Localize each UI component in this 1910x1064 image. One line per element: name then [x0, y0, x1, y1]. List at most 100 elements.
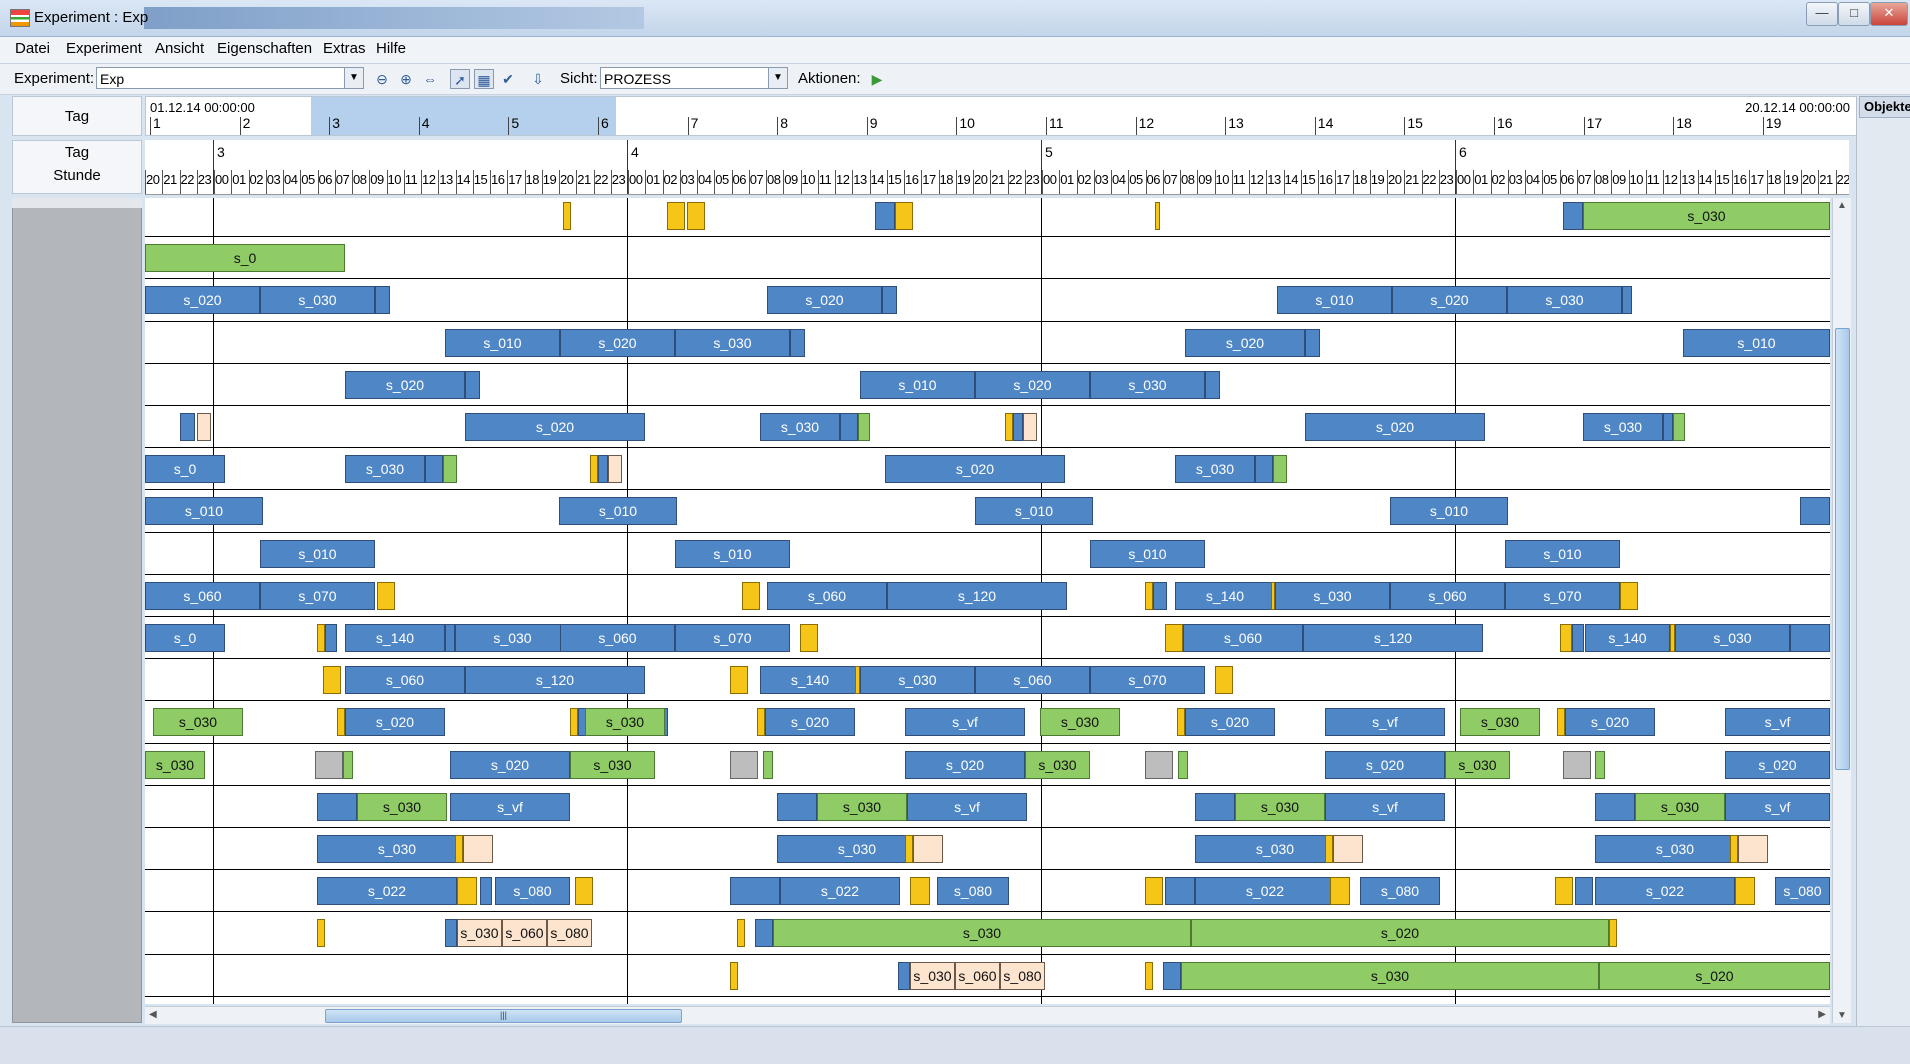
task-bar[interactable]: [1145, 877, 1163, 906]
task-bar[interactable]: [1790, 624, 1830, 652]
task-bar[interactable]: [1560, 624, 1572, 652]
task-bar[interactable]: s_020: [465, 413, 645, 441]
task-bar[interactable]: s_030: [260, 286, 375, 315]
task-bar[interactable]: s_030: [860, 666, 975, 695]
task-bar[interactable]: s_080: [1000, 961, 1045, 990]
task-bar[interactable]: s_060: [767, 581, 887, 610]
view-select[interactable]: PROZESS ▼: [600, 67, 788, 89]
task-bar[interactable]: [1735, 877, 1755, 906]
task-bar[interactable]: [742, 581, 760, 610]
task-bar[interactable]: s_030: [1460, 708, 1540, 737]
task-bar[interactable]: s_0: [145, 624, 225, 652]
maximize-button[interactable]: □: [1838, 2, 1870, 26]
task-bar[interactable]: [777, 792, 817, 821]
task-bar[interactable]: s_030: [145, 750, 205, 779]
pointer-icon[interactable]: ➚: [450, 69, 470, 89]
task-bar[interactable]: [1145, 961, 1153, 990]
task-bar[interactable]: s_022: [317, 877, 457, 906]
task-bar[interactable]: [737, 919, 745, 948]
task-bar[interactable]: s_060: [955, 961, 1000, 990]
task-bar[interactable]: s_020: [1565, 708, 1655, 737]
task-bar[interactable]: s_020: [345, 708, 445, 737]
task-bar[interactable]: s_030: [1090, 370, 1205, 399]
task-bar[interactable]: [840, 413, 858, 441]
task-bar[interactable]: [875, 202, 895, 230]
task-bar[interactable]: s_020: [765, 708, 855, 737]
task-bar[interactable]: s_020: [1392, 286, 1507, 315]
task-bar[interactable]: [1609, 919, 1617, 948]
task-bar[interactable]: [1273, 455, 1287, 484]
task-bar[interactable]: [1330, 877, 1350, 906]
task-bar[interactable]: [445, 919, 457, 948]
task-bar[interactable]: s_022: [780, 877, 900, 906]
task-bar[interactable]: [377, 581, 395, 610]
task-bar[interactable]: s_022: [1195, 877, 1335, 906]
experiment-select[interactable]: Exp ▼: [96, 67, 364, 89]
task-bar[interactable]: [1738, 835, 1768, 863]
task-bar[interactable]: [905, 835, 913, 863]
scroll-up-icon[interactable]: ▲: [1837, 200, 1847, 211]
task-bar[interactable]: s_0: [145, 244, 345, 273]
task-bar[interactable]: s_080: [495, 877, 570, 906]
task-bar[interactable]: s_030: [357, 792, 447, 821]
task-bar[interactable]: [1013, 413, 1023, 441]
overview-timeline[interactable]: 01.12.14 00:00:00 20.12.14 00:00:00 1234…: [145, 96, 1857, 136]
task-bar[interactable]: s_060: [145, 581, 260, 610]
task-bar[interactable]: [1595, 750, 1605, 779]
task-bar[interactable]: s_080: [937, 877, 1009, 906]
task-bar[interactable]: s_020: [1185, 328, 1305, 357]
task-bar[interactable]: s_060: [1390, 581, 1505, 610]
task-bar[interactable]: s_020: [1185, 708, 1275, 737]
horizontal-scroll-thumb[interactable]: |||: [325, 1009, 682, 1023]
zoom-in-icon[interactable]: ⊕: [396, 69, 416, 89]
task-bar[interactable]: [1205, 370, 1220, 399]
task-bar[interactable]: s_020: [885, 455, 1065, 484]
task-bar[interactable]: [755, 919, 773, 948]
task-bar[interactable]: s_010: [975, 497, 1093, 526]
task-bar[interactable]: [1673, 413, 1685, 441]
task-bar[interactable]: s_030: [585, 708, 665, 737]
task-bar[interactable]: s_030: [570, 750, 655, 779]
task-bar[interactable]: [608, 455, 622, 484]
task-bar[interactable]: [1325, 835, 1333, 863]
menu-datei[interactable]: Datei: [15, 40, 50, 57]
task-bar[interactable]: s_010: [145, 497, 263, 526]
task-bar[interactable]: s_010: [1683, 328, 1830, 357]
task-bar[interactable]: [1563, 750, 1591, 779]
task-bar[interactable]: [910, 877, 930, 906]
task-bar[interactable]: [455, 835, 463, 863]
task-bar[interactable]: s_030: [773, 919, 1191, 948]
task-bar[interactable]: [443, 455, 457, 484]
task-bar[interactable]: [730, 877, 780, 906]
task-bar[interactable]: s_010: [260, 539, 375, 568]
vertical-scrollbar[interactable]: ▲ ▼: [1832, 198, 1851, 1023]
task-bar[interactable]: [1155, 202, 1160, 230]
task-bar[interactable]: [1255, 455, 1273, 484]
task-bar[interactable]: [315, 750, 343, 779]
task-bar[interactable]: s_030: [817, 792, 907, 821]
task-bar[interactable]: s_022: [1595, 877, 1735, 906]
task-bar[interactable]: s_010: [675, 539, 790, 568]
task-bar[interactable]: [1800, 497, 1830, 526]
task-bar[interactable]: s_030: [457, 919, 502, 948]
task-bar[interactable]: [1163, 961, 1181, 990]
task-bar[interactable]: [800, 624, 818, 652]
close-button[interactable]: ✕: [1870, 2, 1908, 26]
check-icon[interactable]: ✔: [498, 69, 518, 89]
task-bar[interactable]: [1572, 624, 1584, 652]
task-bar[interactable]: s_010: [1505, 539, 1620, 568]
task-bar[interactable]: [323, 666, 341, 695]
task-bar[interactable]: s_140: [345, 624, 445, 652]
task-bar[interactable]: s_020: [1325, 750, 1445, 779]
task-bar[interactable]: [687, 202, 705, 230]
task-bar[interactable]: [197, 413, 211, 441]
objects-tab[interactable]: Objekte: [1859, 96, 1910, 118]
task-bar[interactable]: s_060: [1183, 624, 1303, 652]
fit-width-icon[interactable]: ⇔: [420, 69, 440, 89]
task-bar[interactable]: s_080: [1775, 877, 1830, 906]
task-bar[interactable]: s_020: [767, 286, 882, 315]
task-bar[interactable]: s_030: [675, 328, 790, 357]
task-bar[interactable]: s_020: [905, 750, 1025, 779]
task-bar[interactable]: s_030: [1675, 624, 1790, 652]
task-bar[interactable]: [1305, 328, 1320, 357]
